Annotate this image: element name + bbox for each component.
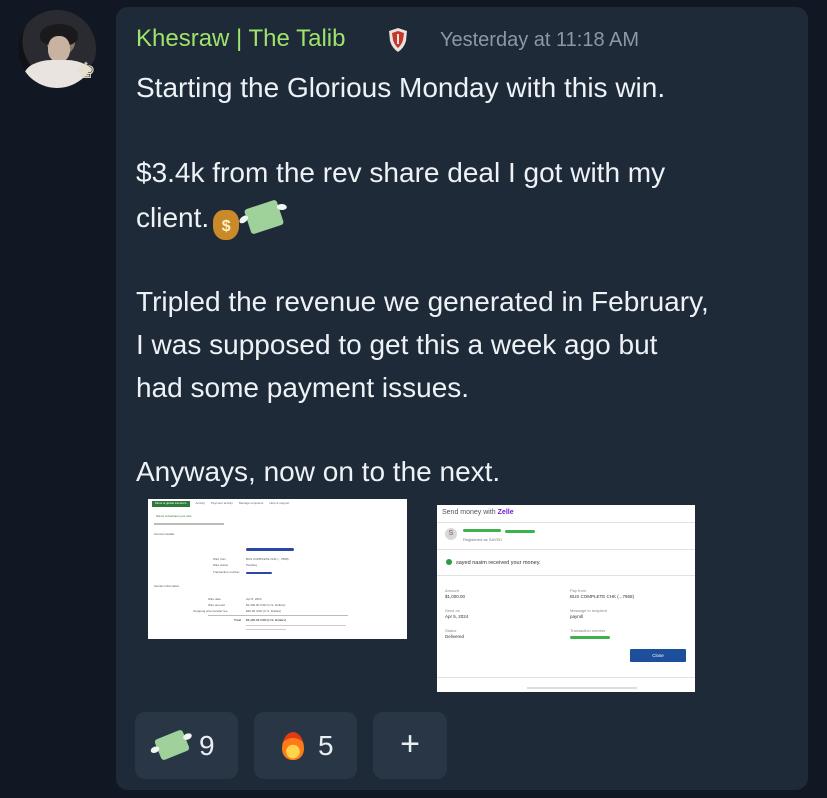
field-label: Status	[445, 628, 457, 633]
message-line-3: client.	[136, 202, 210, 233]
close-button[interactable]: Close	[630, 649, 686, 662]
message-line-2: $3.4k from the rev share deal I got with…	[136, 157, 666, 188]
redaction-mark	[505, 530, 535, 533]
message-line-1: Starting the Glorious Monday with this w…	[136, 72, 666, 103]
received-message: sayed nasim received your money.	[446, 559, 541, 566]
message-line-3-row: client. $	[136, 197, 796, 240]
bank-wire-screenshot[interactable]: Move & global transfers Activity Payment…	[148, 499, 407, 639]
field-label: Message to recipient	[570, 608, 607, 613]
zelle-logo: Zelle	[497, 509, 514, 516]
bank-tab: Payment activity	[211, 501, 233, 505]
bank-footnote	[246, 629, 286, 630]
field-label: Send on	[445, 608, 460, 613]
redaction-mark	[570, 636, 610, 639]
field-value: payroll	[570, 614, 584, 619]
bank-tab: Help & support	[269, 501, 290, 505]
message-line-7: Anyways, now on to the next.	[136, 456, 501, 487]
redaction-mark	[246, 548, 294, 551]
received-text: sayed nasim received your money.	[456, 560, 541, 566]
field-value: $1,000.00	[445, 594, 466, 599]
bank-tab: Move & global transfers	[152, 501, 190, 507]
bank-detail-value: Pending	[246, 563, 258, 567]
shield-badge-icon	[389, 28, 407, 52]
bank-account-label: Account details	[154, 532, 175, 536]
zelle-divider	[437, 575, 695, 576]
flying-money-icon	[243, 199, 285, 235]
check-icon	[446, 559, 452, 565]
chess-king-icon: ♚	[76, 59, 96, 84]
reaction-flying-money[interactable]: 9	[135, 712, 238, 779]
bank-detail-label: Wire status	[213, 563, 229, 567]
zelle-footer-text	[527, 687, 637, 689]
bank-tabs: Move & global transfers Activity Payment…	[148, 499, 407, 509]
zelle-divider	[437, 549, 695, 550]
field-label: Amount	[445, 588, 459, 593]
reaction-count: 5	[318, 730, 334, 761]
money-bag-icon: $	[213, 210, 240, 240]
field-label: Transaction number	[570, 628, 606, 633]
bank-summary-value: Apr 8, 2024	[246, 597, 262, 601]
redaction-mark	[463, 529, 501, 532]
bank-divider	[208, 615, 348, 616]
bank-total-value: $2,425.00 USD (U.S. Dollars)	[246, 618, 287, 622]
flying-money-icon	[153, 729, 191, 761]
bank-footnote	[246, 625, 346, 626]
zelle-send-label: Send money with	[442, 509, 496, 516]
add-reaction-button[interactable]: +	[373, 712, 447, 779]
bank-detail-value: BUS COMPLETE CHK (...7868)	[246, 557, 289, 561]
zelle-divider	[437, 677, 695, 678]
redaction-mark	[246, 572, 272, 574]
bank-detail-label: Wire from	[213, 557, 226, 561]
bank-summary-label: Wire amount	[208, 603, 226, 607]
bank-tab: Activity	[195, 501, 206, 505]
message-line-5: I was supposed to get this a week ago bu…	[136, 329, 658, 360]
zelle-divider	[437, 522, 695, 523]
bank-total-label: Total	[234, 618, 241, 622]
message-timestamp: Yesterday at 11:18 AM	[440, 29, 640, 51]
reaction-count: 9	[199, 730, 215, 761]
reaction-fire[interactable]: 5	[254, 712, 357, 779]
bank-summary-label: Outgoing wire transfer fee	[193, 609, 228, 613]
field-value: Delivered	[445, 634, 465, 639]
avatar-face	[48, 36, 70, 62]
field-value: BUS COMPLETE CHK (...7868)	[570, 594, 635, 599]
recipient-avatar: S	[445, 528, 457, 540]
zelle-screenshot[interactable]: Send money with Zelle S Registered as SA…	[437, 505, 695, 692]
bank-detail-label: Transaction number	[213, 570, 240, 574]
plus-icon: +	[400, 725, 420, 763]
bank-summary-label: Wire date	[208, 597, 221, 601]
message-line-6: had some payment issues.	[136, 372, 470, 403]
bank-summary-value: $2,400.00 USD (U.S. Dollars)	[246, 603, 286, 607]
bank-title: We've scheduled your wire.	[156, 514, 193, 518]
bank-divider	[154, 523, 224, 525]
bank-summary-value: $25.00 USD (U.S. Dollars)	[246, 609, 282, 613]
field-label: Pay from	[570, 588, 587, 593]
message-line-4: Tripled the revenue we generated in Febr…	[136, 286, 709, 317]
bank-sender-label: Sender information	[154, 584, 180, 588]
registered-text: Registered as SAYED	[463, 537, 503, 542]
fire-icon	[282, 732, 304, 760]
author-name[interactable]: Khesraw | The Talib	[136, 25, 345, 53]
bank-tab: Manage recipients	[238, 501, 264, 505]
field-value: Apr 5, 2024	[445, 614, 469, 619]
zelle-header: Send money with Zelle	[442, 509, 514, 516]
